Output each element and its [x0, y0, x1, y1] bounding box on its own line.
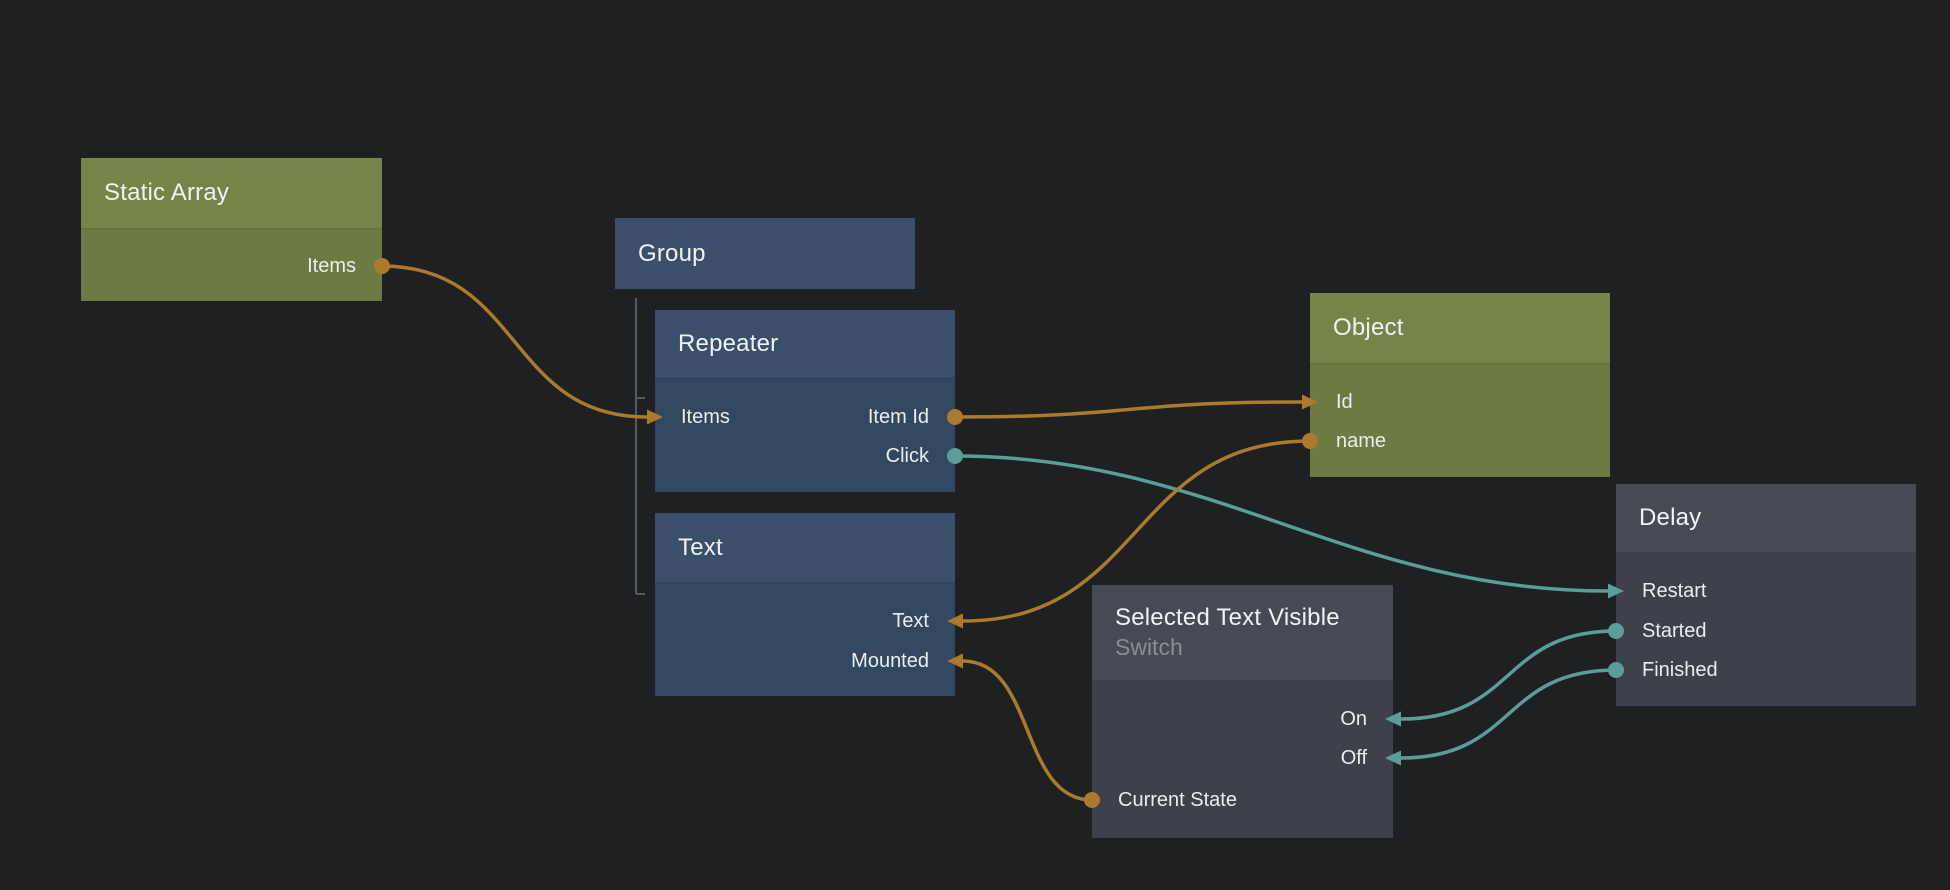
- node-header-delay[interactable]: Delay: [1616, 484, 1916, 554]
- wire-layer: [0, 0, 1950, 890]
- node-title: Group: [638, 240, 915, 268]
- port-object-id[interactable]: Id: [1336, 387, 1353, 417]
- port-text-text[interactable]: Text: [892, 606, 929, 636]
- node-subtitle: Switch: [1115, 634, 1393, 661]
- node-static-array[interactable]: Static Array Items: [81, 158, 382, 301]
- wire-switch.current-state-to-text.mounted[interactable]: [963, 661, 1092, 800]
- port-object-name[interactable]: name: [1336, 426, 1386, 456]
- port-switch-current-state[interactable]: Current State: [1118, 785, 1237, 815]
- node-object[interactable]: Object Id name: [1310, 293, 1610, 477]
- node-header-group[interactable]: Group: [615, 218, 915, 289]
- node-group[interactable]: Group: [615, 218, 915, 289]
- port-delay-finished[interactable]: Finished: [1642, 655, 1718, 685]
- node-title: Selected Text Visible: [1115, 604, 1393, 632]
- port-delay-restart[interactable]: Restart: [1642, 576, 1706, 606]
- node-delay[interactable]: Delay Restart Started Finished: [1616, 484, 1916, 706]
- node-header-text[interactable]: Text: [655, 513, 955, 584]
- node-repeater[interactable]: Repeater Items Item Id Click: [655, 310, 955, 492]
- node-header-static-array[interactable]: Static Array: [81, 158, 382, 230]
- port-static-array-items[interactable]: Items: [307, 251, 356, 281]
- node-title: Text: [678, 534, 955, 562]
- wire-repeater.item-id-to-object.id[interactable]: [955, 402, 1302, 417]
- port-repeater-click[interactable]: Click: [886, 441, 929, 471]
- node-switch[interactable]: Selected Text VisibleSwitch On Off Current …: [1092, 585, 1393, 838]
- wire-delay.started-to-switch.on[interactable]: [1401, 631, 1616, 719]
- wire-static-array.items-to-repeater.items[interactable]: [382, 266, 647, 417]
- node-title: Object: [1333, 314, 1610, 342]
- node-header-switch[interactable]: Selected Text VisibleSwitch: [1092, 585, 1393, 682]
- node-text[interactable]: Text Text Mounted: [655, 513, 955, 696]
- node-header-repeater[interactable]: Repeater: [655, 310, 955, 379]
- node-canvas[interactable]: Static Array Items Group Repeater Items Item …: [0, 0, 1950, 890]
- node-title: Delay: [1639, 504, 1916, 532]
- port-text-mounted[interactable]: Mounted: [851, 646, 929, 676]
- node-title: Repeater: [678, 330, 955, 358]
- node-title: Static Array: [104, 179, 382, 207]
- port-delay-started[interactable]: Started: [1642, 616, 1706, 646]
- port-switch-off[interactable]: Off: [1341, 743, 1367, 773]
- node-header-object[interactable]: Object: [1310, 293, 1610, 365]
- wire-delay.finished-to-switch.off[interactable]: [1401, 670, 1616, 758]
- port-repeater-items[interactable]: Items: [681, 402, 730, 432]
- port-repeater-item-id[interactable]: Item Id: [868, 402, 929, 432]
- port-switch-on[interactable]: On: [1340, 704, 1367, 734]
